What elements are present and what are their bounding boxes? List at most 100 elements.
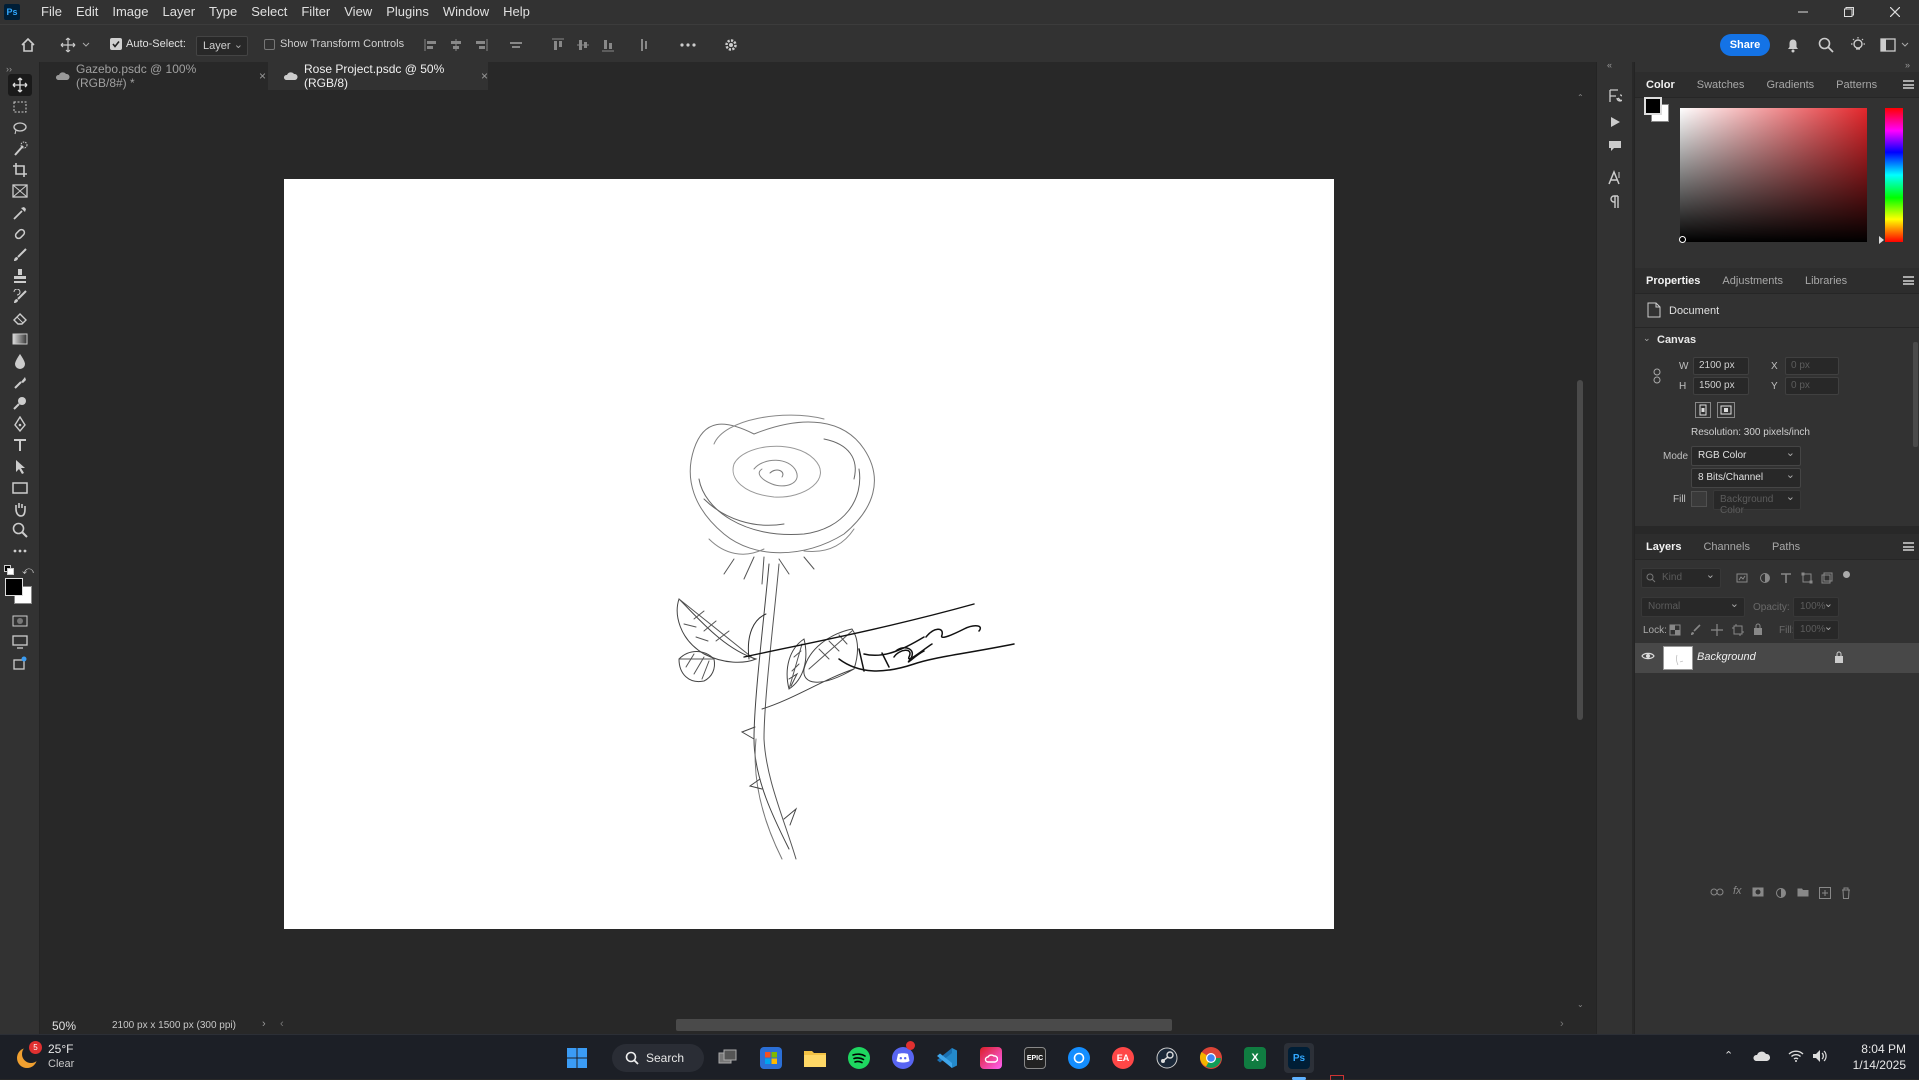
default-colors-icon[interactable] bbox=[4, 565, 14, 575]
layer-lock-icon[interactable] bbox=[1834, 651, 1844, 663]
filter-shape-icon[interactable] bbox=[1801, 572, 1813, 584]
tab-patterns[interactable]: Patterns bbox=[1825, 72, 1888, 98]
portrait-orientation-button[interactable] bbox=[1695, 402, 1711, 418]
link-layers-icon[interactable] bbox=[1710, 888, 1724, 896]
restore-button[interactable] bbox=[1826, 0, 1872, 24]
excel-icon[interactable]: X bbox=[1240, 1043, 1270, 1073]
filter-adjustment-icon[interactable] bbox=[1759, 572, 1771, 584]
volume-icon[interactable] bbox=[1812, 1049, 1828, 1063]
chevron-down-icon[interactable]: ⌄ bbox=[1643, 333, 1651, 344]
clock-time[interactable]: 8:04 PM bbox=[1846, 1042, 1906, 1056]
chevron-right-icon[interactable]: › bbox=[262, 1018, 266, 1030]
chevron-up-icon[interactable]: ⌃ bbox=[1724, 1049, 1733, 1062]
quick-mask-icon[interactable] bbox=[8, 610, 32, 632]
lasso-icon[interactable] bbox=[8, 117, 32, 139]
layer-visibility-eye-icon[interactable] bbox=[1641, 651, 1655, 661]
notifications-bell-icon[interactable] bbox=[1783, 35, 1803, 55]
microsoft-store-icon[interactable] bbox=[756, 1043, 786, 1073]
history-brush-icon[interactable] bbox=[8, 286, 32, 308]
menu-type[interactable]: Type bbox=[202, 0, 244, 24]
task-view-icon[interactable] bbox=[713, 1043, 743, 1073]
lock-position-icon[interactable] bbox=[1711, 624, 1723, 636]
chevron-down-icon[interactable] bbox=[80, 35, 92, 55]
ea-app-icon[interactable]: EA bbox=[1108, 1043, 1138, 1073]
zoom-level[interactable]: 50% bbox=[52, 1019, 76, 1033]
align-middle-icon[interactable] bbox=[573, 35, 593, 55]
steam-icon[interactable] bbox=[1152, 1043, 1182, 1073]
menu-window[interactable]: Window bbox=[436, 0, 496, 24]
brush-icon[interactable] bbox=[8, 244, 32, 266]
scroll-down-arrow-icon[interactable]: ⌄ bbox=[1577, 1000, 1584, 1009]
eyedropper-icon[interactable] bbox=[8, 202, 32, 224]
tab-paths[interactable]: Paths bbox=[1761, 534, 1811, 560]
spotify-icon[interactable] bbox=[844, 1043, 874, 1073]
chevron-down-icon[interactable] bbox=[1898, 35, 1912, 55]
tab-rose-project[interactable]: Rose Project.psdc @ 50% (RGB/8) × bbox=[268, 62, 488, 90]
gradient-icon[interactable] bbox=[8, 328, 32, 350]
move-tool-icon[interactable] bbox=[8, 74, 32, 96]
horizontal-scroll-thumb[interactable] bbox=[676, 1019, 1172, 1031]
lock-all-icon[interactable] bbox=[1753, 623, 1763, 635]
file-explorer-icon[interactable] bbox=[800, 1043, 830, 1073]
generative-fill-icon[interactable] bbox=[8, 652, 32, 674]
menu-view[interactable]: View bbox=[337, 0, 379, 24]
color-panel-foreground-swatch[interactable] bbox=[1644, 97, 1662, 115]
bit-depth-dropdown[interactable]: 8 Bits/Channel bbox=[1691, 468, 1801, 488]
hue-slider-marker[interactable] bbox=[1879, 236, 1884, 244]
lock-transparent-pixels-icon[interactable] bbox=[1669, 624, 1681, 636]
lock-artboard-icon[interactable] bbox=[1732, 624, 1744, 636]
actions-play-icon[interactable] bbox=[1605, 112, 1625, 132]
filter-type-icon[interactable] bbox=[1780, 572, 1792, 584]
weather-condition[interactable]: Clear bbox=[48, 1058, 74, 1070]
close-tab-icon[interactable]: × bbox=[481, 69, 488, 83]
zoom-icon[interactable] bbox=[8, 519, 32, 541]
menu-plugins[interactable]: Plugins bbox=[379, 0, 436, 24]
creative-cloud-icon[interactable] bbox=[976, 1043, 1006, 1073]
link-dimensions-icon[interactable] bbox=[1653, 368, 1661, 384]
tab-color[interactable]: Color bbox=[1635, 72, 1686, 98]
chrome-icon[interactable] bbox=[1196, 1043, 1226, 1073]
filter-pixel-icon[interactable] bbox=[1736, 572, 1748, 584]
comments-icon[interactable] bbox=[1605, 136, 1625, 156]
layer-style-fx-icon[interactable]: fx bbox=[1733, 885, 1742, 897]
menu-file[interactable]: File bbox=[34, 0, 69, 24]
edit-toolbar-icon[interactable] bbox=[8, 540, 32, 562]
type-tool-icon[interactable] bbox=[8, 434, 32, 456]
panel-menu-icon[interactable] bbox=[1903, 542, 1914, 551]
delete-layer-trash-icon[interactable] bbox=[1841, 887, 1851, 899]
workspace-layout-icon[interactable] bbox=[1878, 35, 1898, 55]
align-bottom-icon[interactable] bbox=[598, 35, 618, 55]
menu-layer[interactable]: Layer bbox=[156, 0, 203, 24]
color-picker-marker[interactable] bbox=[1679, 236, 1686, 243]
panel-menu-icon[interactable] bbox=[1903, 276, 1914, 285]
auto-select-target-dropdown[interactable]: Layer ⌄ bbox=[196, 36, 248, 56]
menu-help[interactable]: Help bbox=[496, 0, 537, 24]
align-center-icon[interactable] bbox=[446, 35, 466, 55]
tab-swatches[interactable]: Swatches bbox=[1686, 72, 1756, 98]
blur-drop-icon[interactable] bbox=[8, 350, 32, 372]
landscape-orientation-button[interactable] bbox=[1717, 402, 1735, 418]
move-tool-preset-icon[interactable] bbox=[58, 35, 78, 55]
align-left-icon[interactable] bbox=[421, 35, 441, 55]
layer-row-background[interactable]: Background bbox=[1635, 643, 1919, 673]
document-canvas[interactable] bbox=[284, 179, 1334, 929]
distribute-vertical-icon[interactable] bbox=[634, 35, 654, 55]
foreground-color-swatch[interactable] bbox=[5, 578, 23, 596]
new-layer-icon[interactable] bbox=[1819, 887, 1831, 899]
wifi-icon[interactable] bbox=[1788, 1049, 1804, 1062]
add-mask-icon[interactable] bbox=[1752, 887, 1764, 897]
path-selection-icon[interactable] bbox=[8, 456, 32, 478]
pen-icon[interactable] bbox=[8, 413, 32, 435]
tab-channels[interactable]: Channels bbox=[1692, 534, 1760, 560]
close-tab-icon[interactable]: × bbox=[259, 69, 266, 83]
collapse-arrows-icon[interactable]: ›› bbox=[6, 64, 12, 74]
paragraph-panel-icon[interactable] bbox=[1605, 192, 1625, 212]
character-panel-icon[interactable] bbox=[1605, 168, 1625, 188]
windows-start-icon[interactable] bbox=[562, 1043, 592, 1073]
more-options-icon[interactable] bbox=[678, 35, 698, 55]
weather-temperature[interactable]: 25°F bbox=[48, 1042, 73, 1056]
crop-icon[interactable] bbox=[8, 159, 32, 181]
filter-smart-object-icon[interactable] bbox=[1821, 572, 1833, 584]
menu-image[interactable]: Image bbox=[105, 0, 155, 24]
vscode-icon[interactable] bbox=[932, 1043, 962, 1073]
